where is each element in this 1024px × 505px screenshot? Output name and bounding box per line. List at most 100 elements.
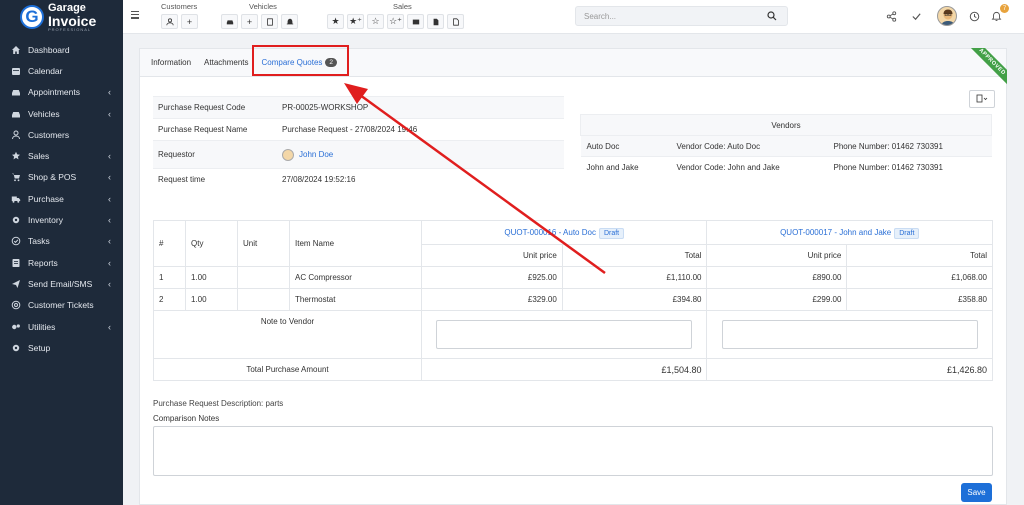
comparison-notes-textarea[interactable]	[153, 426, 993, 476]
user-icon	[10, 129, 21, 140]
mail-icon	[10, 278, 21, 289]
sidebar-item-setup[interactable]: Setup	[0, 337, 123, 358]
approved-ribbon-text: APPROVED	[967, 48, 1007, 88]
tools-icon	[10, 321, 21, 332]
customer-user-icon[interactable]	[161, 14, 178, 29]
sales-star-outline-plus-icon[interactable]: ☆⁺	[387, 14, 404, 29]
quote-1-note-input[interactable]	[436, 320, 693, 349]
sidebar-item-vehicles[interactable]: Vehicles ‹	[0, 103, 123, 124]
sidebar: G Garage Invoice PROFESSIONAL Dashboard C…	[0, 0, 123, 505]
sidebar-item-appointments[interactable]: Appointments ‹	[0, 82, 123, 103]
col-q1-unit-price: Unit price	[421, 244, 563, 267]
item-q2-total: £358.80	[846, 288, 993, 311]
vendors-table: Vendors Auto Doc Vendor Code: Auto Doc Phon…	[580, 114, 992, 178]
sales-star-outline-icon[interactable]: ☆	[367, 14, 384, 29]
col-q2-unit-price: Unit price	[706, 244, 848, 267]
add-customer-icon[interactable]: +	[181, 14, 198, 29]
sidebar-item-label: Reports	[28, 257, 58, 268]
vendor-row: Auto Doc Vendor Code: Auto Doc Phone Numbe…	[580, 135, 992, 157]
export-icon	[976, 94, 988, 103]
vendor-name: John and Jake	[580, 156, 671, 178]
quote-2-header: QUOT-000017 - John and Jake Draft	[706, 220, 993, 245]
quote-1-code[interactable]: QUOT-000016 - Auto Doc	[504, 228, 596, 237]
search-icon[interactable]	[767, 11, 777, 21]
gear-icon	[10, 215, 21, 226]
report-icon	[10, 257, 21, 268]
item-q1-price: £329.00	[421, 288, 563, 311]
check-icon[interactable]	[910, 10, 922, 22]
sidebar-item-label: Sales	[28, 151, 50, 162]
topbar: Customers + Vehicles + Sales ★ ★⁺ ☆ ☆⁺ S…	[123, 0, 1024, 34]
sidebar-item-shop-pos[interactable]: Shop & POS ‹	[0, 167, 123, 188]
sales-star-plus-icon[interactable]: ★⁺	[347, 14, 364, 29]
chevron-left-icon: ‹	[108, 108, 111, 119]
col-qty: Qty	[185, 220, 238, 267]
item-unit	[237, 288, 290, 311]
gear-icon	[10, 342, 21, 353]
tab-information[interactable]: Information	[151, 58, 191, 67]
sidebar-item-send-email-sms[interactable]: Send Email/SMS ‹	[0, 273, 123, 294]
item-qty: 1.00	[185, 266, 238, 289]
sidebar-item-sales[interactable]: Sales ‹	[0, 145, 123, 166]
request-info-value: PR-00025-WORKSHOP	[282, 103, 369, 112]
export-dropdown-button[interactable]	[969, 90, 995, 108]
quick-sales-label: Sales	[393, 2, 412, 11]
tab-attachments[interactable]: Attachments	[204, 58, 248, 67]
sidebar-nav: Dashboard Calendar Appointments ‹ Vehicles ‹ C…	[0, 39, 123, 358]
add-vehicle-icon[interactable]: +	[241, 14, 258, 29]
sidebar-item-dashboard[interactable]: Dashboard	[0, 39, 123, 60]
sidebar-item-tasks[interactable]: Tasks ‹	[0, 231, 123, 252]
logo-line1: Garage	[48, 1, 86, 14]
logo-line2: Invoice	[48, 12, 97, 29]
quick-vehicles: Vehicles +	[221, 2, 298, 29]
sidebar-item-customers[interactable]: Customers	[0, 124, 123, 145]
request-info-value: Purchase Request - 27/08/2024 19:46	[282, 125, 418, 134]
sidebar-item-label: Shop & POS	[28, 172, 77, 183]
request-info-value-cell: 27/08/2024 19:52:16	[277, 168, 564, 191]
quote-2-code[interactable]: QUOT-000017 - John and Jake	[780, 228, 891, 237]
request-info-key: Request time	[153, 168, 277, 191]
item-q1-total: £394.80	[561, 288, 708, 311]
car-icon	[10, 87, 21, 98]
clock-icon[interactable]	[968, 10, 980, 22]
request-info-value-cell: Purchase Request - 27/08/2024 19:46	[277, 118, 564, 141]
user-avatar[interactable]	[937, 6, 957, 26]
request-info-table: Purchase Request Code PR-00025-WORKSHOP Pu…	[153, 96, 564, 191]
sidebar-item-label: Calendar	[28, 65, 63, 76]
brand-logo[interactable]: G Garage Invoice PROFESSIONAL	[0, 0, 123, 34]
share-icon[interactable]	[885, 10, 897, 22]
menu-toggle-icon[interactable]	[131, 11, 139, 19]
request-description: Purchase Request Description: parts	[153, 399, 283, 408]
requestor-name[interactable]: John Doe	[299, 150, 333, 159]
vehicle-bell-icon[interactable]	[281, 14, 298, 29]
bell-icon[interactable]	[990, 10, 1002, 22]
sidebar-item-calendar[interactable]: Calendar	[0, 60, 123, 81]
vehicle-clipboard-icon[interactable]	[261, 14, 278, 29]
item-num: 1	[153, 266, 186, 289]
check-circle-icon	[10, 236, 21, 247]
logo-mark: G	[20, 5, 44, 29]
sidebar-item-inventory[interactable]: Inventory ‹	[0, 209, 123, 230]
vendor-code: Vendor Code: Auto Doc	[670, 135, 828, 157]
sidebar-item-label: Customer Tickets	[28, 300, 94, 311]
search-box	[575, 6, 788, 26]
vehicle-car-icon[interactable]	[221, 14, 238, 29]
sidebar-item-label: Setup	[28, 342, 51, 353]
comparison-notes-label: Comparison Notes	[153, 414, 220, 423]
sales-file-icon[interactable]	[447, 14, 464, 29]
sidebar-item-utilities[interactable]: Utilities ‹	[0, 316, 123, 337]
sales-document-icon[interactable]	[427, 14, 444, 29]
sidebar-item-label: Dashboard	[28, 44, 70, 55]
search-input[interactable]	[576, 7, 756, 25]
home-icon	[10, 44, 21, 55]
sidebar-item-customer-tickets[interactable]: Customer Tickets	[0, 295, 123, 316]
sidebar-item-purchase[interactable]: Purchase ‹	[0, 188, 123, 209]
sales-star-icon[interactable]: ★	[327, 14, 344, 29]
requestor-avatar	[282, 148, 294, 161]
sidebar-item-label: Send Email/SMS	[28, 278, 93, 289]
quote-2-note-input[interactable]	[721, 320, 978, 349]
notification-badge: 7	[1000, 4, 1009, 13]
save-button[interactable]: Save	[961, 483, 992, 502]
sales-card-icon[interactable]	[407, 14, 424, 29]
sidebar-item-reports[interactable]: Reports ‹	[0, 252, 123, 273]
